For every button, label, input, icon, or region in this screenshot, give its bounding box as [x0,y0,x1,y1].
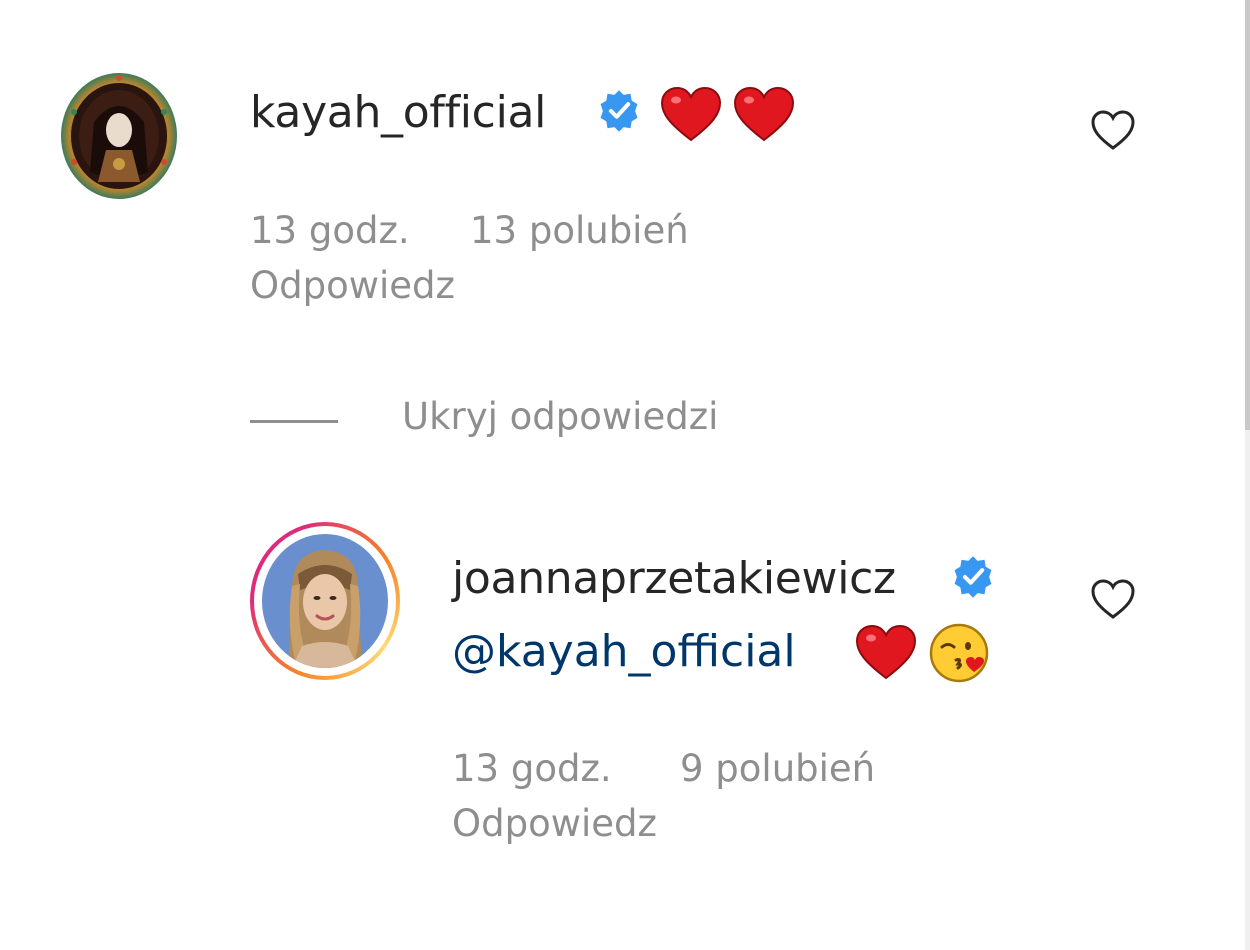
red-heart-icon [855,624,917,684]
reply-button[interactable]: Odpowiedz [452,805,657,842]
comments-panel: kayah_official 13 godz. 13 polubień Odpo… [0,0,1250,950]
mention-link[interactable]: @kayah_official [452,630,796,674]
scrollbar[interactable] [1245,0,1250,950]
verified-badge-icon [950,554,996,604]
verified-badge-icon [596,88,642,138]
hide-replies-line [250,420,338,423]
comment-likes[interactable]: 13 polubień [470,212,689,249]
reply-time: 13 godz. [452,747,612,790]
scrollbar-thumb[interactable] [1245,0,1250,430]
comment-username[interactable]: kayah_official [250,91,546,135]
story-ring[interactable] [250,522,400,680]
hide-replies-button[interactable]: Ukryj odpowiedzi [402,398,718,435]
kissing-face-icon [928,622,990,688]
reply-likes[interactable]: 9 polubień [680,750,875,787]
comment-time: 13 godz. [250,209,410,252]
reply-username[interactable]: joannaprzetakiewicz [452,557,896,601]
red-heart-icon [733,86,795,146]
avatar[interactable] [262,534,388,668]
like-heart-icon[interactable] [1090,578,1136,624]
reply-button[interactable]: Odpowiedz [250,267,455,304]
red-heart-icon [660,86,722,146]
avatar[interactable] [60,72,178,200]
like-heart-icon[interactable] [1090,109,1136,155]
